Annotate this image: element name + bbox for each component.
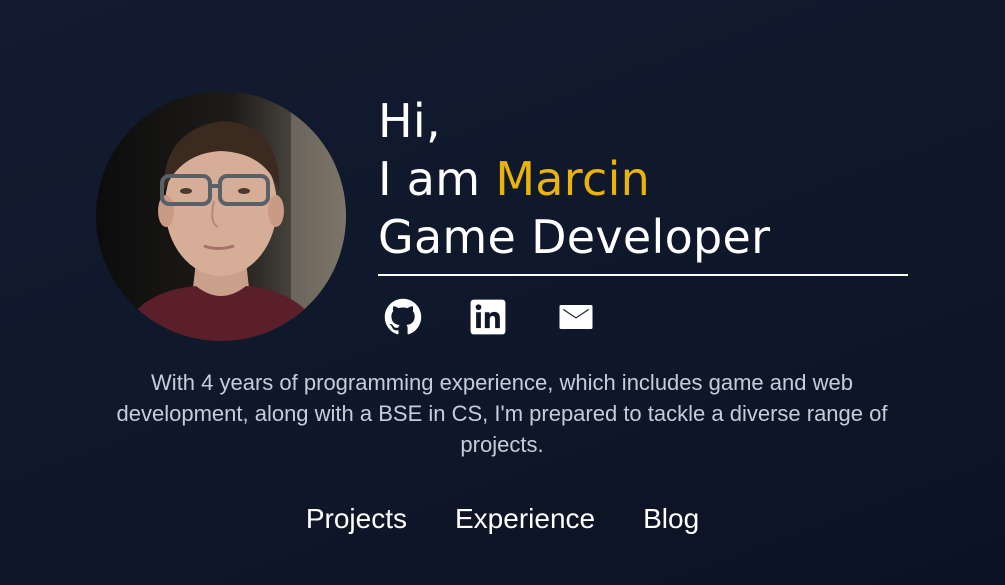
intro-prefix: I am <box>378 152 496 206</box>
nav-projects[interactable]: Projects <box>306 501 407 537</box>
greeting: Hi, <box>378 94 441 148</box>
nav-blog[interactable]: Blog <box>643 501 699 537</box>
nav-experience[interactable]: Experience <box>455 501 595 537</box>
role-title: Game Developer <box>378 210 771 264</box>
bio-text: With 4 years of programming experience, … <box>116 370 888 457</box>
github-icon <box>384 298 422 335</box>
main-nav: Projects Experience Blog <box>0 501 1005 537</box>
name-highlight: Marcin <box>495 152 651 206</box>
social-links <box>384 297 639 337</box>
intro-line: I am Marcin <box>378 150 908 208</box>
avatar <box>96 91 346 341</box>
hero-headline: Hi, I am Marcin Game Developer <box>378 92 908 266</box>
linkedin-icon <box>470 299 506 335</box>
mail-icon <box>559 305 593 329</box>
linkedin-link[interactable] <box>469 297 554 337</box>
divider <box>378 274 908 276</box>
email-link[interactable] <box>554 297 639 337</box>
github-link[interactable] <box>384 297 469 337</box>
